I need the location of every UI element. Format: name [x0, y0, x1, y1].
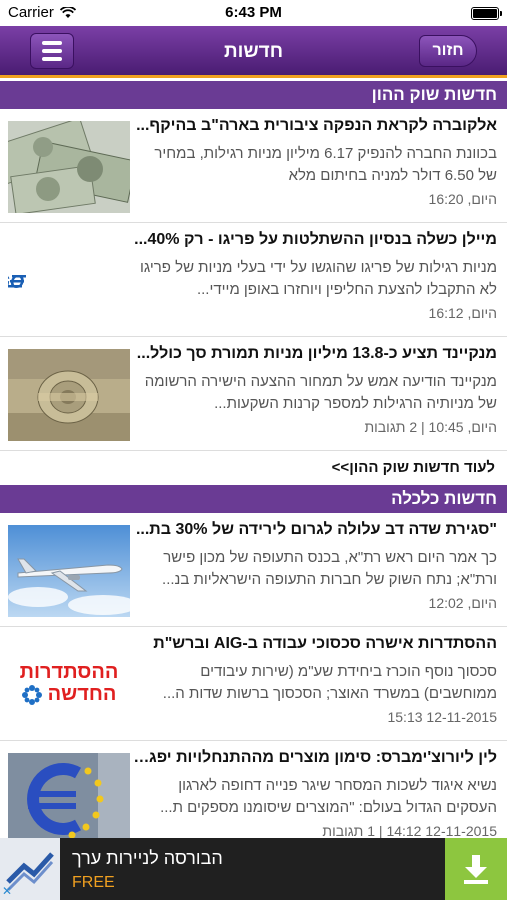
ad-title: הבורסה לניירות ערך — [72, 848, 223, 868]
airplane-thumbnail — [8, 525, 130, 617]
download-arrow-icon — [464, 855, 488, 884]
back-button[interactable]: חזור — [419, 35, 477, 67]
histadrut-logo: ההסתדרות החדשה — [8, 639, 130, 731]
status-time: 6:43 PM — [225, 4, 282, 21]
euro-sign-thumbnail — [8, 753, 130, 845]
article-meta: היום, 12:02 — [428, 595, 497, 611]
article-title: מיילן כשלה בנסיון ההשתלטות על פריגו - רק… — [134, 231, 497, 248]
article-summary: מנקיינד הודיעה אמש על תמחור ההצעה הישירה… — [144, 373, 497, 412]
article-summary: סכסוך נוסף הוכרז ביחידת שע"מ (שירות עיבו… — [162, 663, 497, 702]
dollar-bills-thumbnail — [8, 121, 130, 213]
article-meta: היום, 10:45 | 2 תגובות — [364, 419, 498, 435]
battery-icon — [471, 7, 502, 20]
download-button[interactable] — [445, 838, 507, 900]
article-meta: 12-11-2015 15:13 — [387, 709, 497, 725]
article-summary: כך אמר היום ראש רת"א, בכנס התעופה של מכו… — [162, 549, 497, 588]
article-meta: היום, 16:20 — [428, 191, 497, 207]
article-title: "סגירת שדה דב עלולה לגרום לירידה של 30% … — [135, 521, 497, 538]
more-market-news-link[interactable]: לעוד חדשות שוק ההון>> — [0, 453, 507, 483]
histadrut-logo-line2: החדשה — [47, 683, 117, 705]
ad-free-label: FREE — [72, 874, 115, 891]
section-header-economy: חדשות כלכלה — [0, 485, 507, 513]
battery-level — [473, 9, 497, 18]
perrigo-logo: PERRIGO — [8, 235, 130, 327]
rolled-money-thumbnail — [8, 349, 130, 441]
article-title: מנקיינד תציע כ-13.8 מיליון מניות תמורת ס… — [136, 345, 497, 362]
ad-banner[interactable]: הבורסה לניירות ערך FREE ✕ — [0, 838, 507, 900]
list-item[interactable]: "סגירת שדה דב עלולה לגרום לירידה של 30% … — [0, 513, 507, 627]
list-item[interactable]: מנקיינד תציע כ-13.8 מיליון מניות תמורת ס… — [0, 337, 507, 451]
article-meta: היום, 16:12 — [428, 305, 497, 321]
article-summary: נשיא איגוד לשכות המסחר שיגר פנייה דחופה … — [160, 777, 497, 816]
status-bar: Carrier 6:43 PM — [0, 0, 507, 26]
perrigo-logo-text: PERRIGO — [8, 272, 24, 292]
article-summary: בכוונת החברה להנפיק 6.17 מיליון מניות רג… — [154, 145, 497, 184]
nav-bar: חדשות חזור — [0, 26, 507, 78]
article-meta: 12-11-2015 14:12 | 1 תגובות — [322, 823, 497, 839]
list-item[interactable]: מיילן כשלה בנסיון ההשתלטות על פריגו - רק… — [0, 223, 507, 337]
article-title: אלקוברה לקראת הנפקה ציבורית בארה"ב בהיקף… — [136, 117, 497, 134]
article-title: לין ליורוצ'ימברס: סימון מוצרים מההתנחלוי… — [132, 749, 497, 766]
list-item[interactable]: ההסתדרות אישרה סכסוכי עבודה ב-AIG וברש"ת… — [0, 627, 507, 741]
flower-emblem-icon — [21, 684, 42, 705]
histadrut-logo-line1: ההסתדרות — [19, 661, 119, 683]
section-header-market: חדשות שוק ההון — [0, 81, 507, 109]
article-title: ההסתדרות אישרה סכסוכי עבודה ב-AIG וברש"ת — [153, 635, 497, 652]
article-summary: מניות רגילות של פריגו שהוגשו על ידי בעלי… — [139, 259, 497, 298]
close-x-icon[interactable]: ✕ — [2, 884, 12, 898]
list-item[interactable]: אלקוברה לקראת הנפקה ציבורית בארה"ב בהיקף… — [0, 109, 507, 223]
